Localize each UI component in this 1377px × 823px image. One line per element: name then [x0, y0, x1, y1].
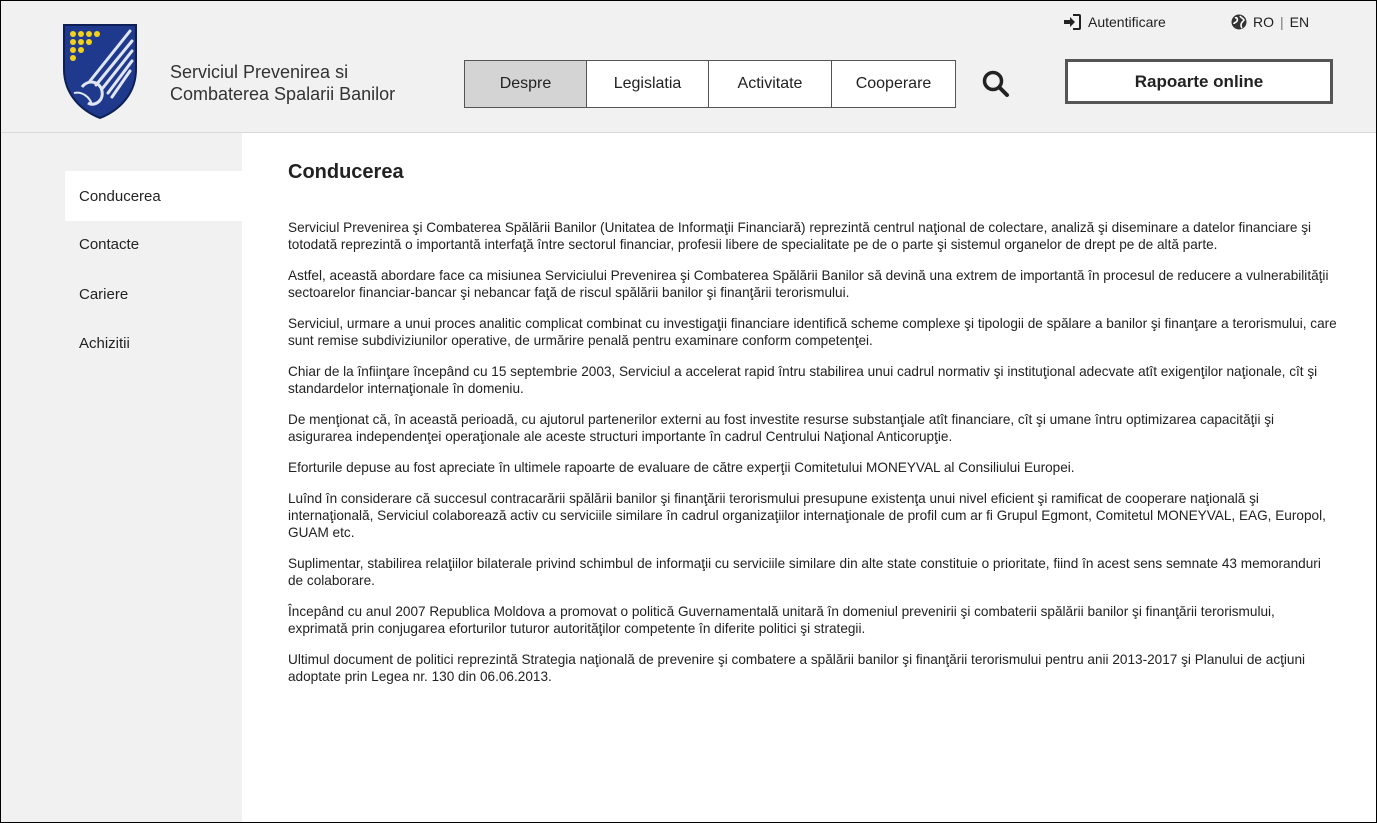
lang-en[interactable]: EN — [1290, 14, 1309, 30]
sidebar-item-achizitii[interactable]: Achizitii — [65, 318, 242, 368]
language-switcher: RO | EN — [1231, 13, 1309, 31]
nav-item-despre[interactable]: Despre — [465, 61, 587, 107]
sidebar-item-cariere[interactable]: Cariere — [65, 269, 242, 319]
paragraph: Serviciul, urmare a unui proces analitic… — [288, 316, 1337, 348]
paragraph: Suplimentar, stabilirea relaţiilor bilat… — [288, 556, 1321, 588]
main-content: Conducerea Serviciul Prevenirea şi Comba… — [288, 159, 1338, 684]
paragraph: De menţionat că, în această perioadă, cu… — [288, 412, 1275, 444]
page-title: Conducerea — [288, 161, 404, 183]
coat-of-arms-logo[interactable] — [60, 21, 140, 121]
org-name-line-1: Serviciul Prevenirea si — [170, 62, 349, 82]
globe-icon — [1231, 14, 1247, 30]
online-reports-button[interactable]: Rapoarte online — [1065, 59, 1333, 104]
nav-item-cooperare[interactable]: Cooperare — [832, 61, 955, 107]
sidebar-item-conducerea[interactable]: Conducerea — [65, 171, 242, 221]
sign-in-icon — [1064, 14, 1081, 30]
sidebar-item-contacte[interactable]: Contacte — [65, 219, 242, 269]
lang-separator: | — [1280, 14, 1284, 30]
nav-item-legislatia[interactable]: Legislatia — [587, 61, 709, 107]
login-link[interactable]: Autentificare — [1063, 13, 1166, 31]
main-nav: Despre Legislatia Activitate Cooperare — [464, 60, 956, 108]
paragraph: Luînd în considerare că succesul contrac… — [288, 491, 1326, 540]
paragraph: Eforturile depuse au fost apreciate în u… — [288, 460, 1075, 475]
page-frame: Serviciul Prevenirea si Combaterea Spala… — [0, 0, 1377, 823]
paragraph: Chiar de la înfiinţare începând cu 15 se… — [288, 364, 1318, 396]
paragraph: Serviciul Prevenirea şi Combaterea Spălă… — [288, 220, 1312, 252]
paragraph: Începând cu anul 2007 Republica Moldova … — [288, 604, 1275, 636]
site-header: Serviciul Prevenirea si Combaterea Spala… — [1, 1, 1376, 133]
paragraph: Ultimul document de politici reprezintă … — [288, 652, 1306, 684]
org-name-line-2: Combaterea Spalarii Banilor — [170, 84, 396, 104]
sidebar: Conducerea Contacte Cariere Achizitii — [1, 133, 242, 822]
article-body: Serviciul Prevenirea şi Combaterea Spălă… — [288, 219, 1338, 699]
login-label: Autentificare — [1088, 14, 1166, 30]
organization-name: Serviciul Prevenirea si Combaterea Spala… — [170, 61, 395, 105]
paragraph: Astfel, această abordare face ca misiune… — [288, 268, 1329, 300]
search-icon[interactable] — [981, 69, 1011, 99]
lang-ro[interactable]: RO — [1253, 14, 1274, 30]
nav-item-activitate[interactable]: Activitate — [709, 61, 832, 107]
